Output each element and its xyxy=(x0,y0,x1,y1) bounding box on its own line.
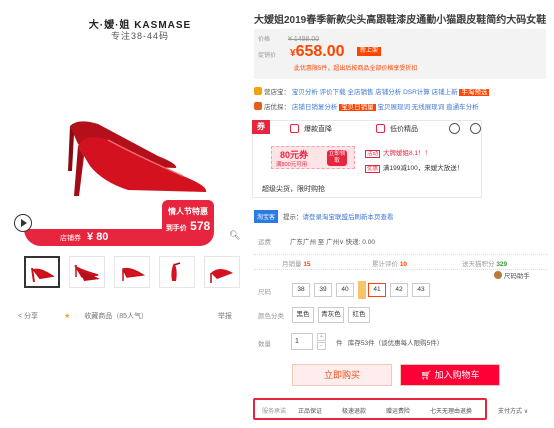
size-option-38[interactable]: 38 xyxy=(292,283,310,297)
low-price-icon xyxy=(376,124,385,133)
size-helper[interactable]: 尺码助手 xyxy=(494,270,530,280)
promise-item[interactable]: 极速退款 xyxy=(342,406,366,415)
color-option-red[interactable]: 红色 xyxy=(348,307,370,323)
delivery-label: 运费 xyxy=(258,239,271,246)
new-arrival-badge: 新上架 xyxy=(357,47,382,56)
promise-item[interactable]: 七天无理由退换 xyxy=(430,406,472,415)
quantity-label: 数量 xyxy=(258,341,271,348)
thumbnail-strip xyxy=(24,256,240,288)
stock-info: 件 库存53件（谈优惠每人限购5件） xyxy=(336,340,444,347)
thumbnail-3[interactable] xyxy=(114,256,150,288)
cart-icon: 🛒︎ xyxy=(420,370,432,380)
color-option-bluegray[interactable]: 青灰色 xyxy=(318,307,344,323)
add-to-cart-button[interactable]: 🛒︎ 加入购物车 xyxy=(400,364,500,386)
tool-link[interactable]: 店铺分析 xyxy=(375,89,401,96)
play-video-icon[interactable] xyxy=(14,214,32,232)
tool-link[interactable]: 店铺上新 xyxy=(432,89,458,96)
tmall-points: 送天猫积分 329 xyxy=(462,261,508,268)
promo-coupon-text: 店铺券 ¥ 80 xyxy=(60,231,109,243)
share-link[interactable]: < 分享 xyxy=(18,313,50,320)
hot-deals-icon xyxy=(290,124,299,133)
color-label: 颜色分类 xyxy=(258,313,284,320)
shop-slogan: 超级尖货，限时购抢 xyxy=(262,186,325,193)
tool-line-yingdianbao: 营店宝： 宝贝分析 评价下载 全店销售 店铺分析 DSR计算 店铺上新 手淘预选 xyxy=(254,86,490,96)
report-link[interactable]: 举报 xyxy=(218,311,232,321)
thumbnail-1[interactable] xyxy=(24,256,60,288)
login-hint-link[interactable]: 请登录淘宝联盟后刷新本页查看 xyxy=(303,214,394,221)
festival-badge: 情人节特惠 到手价 578 xyxy=(162,200,214,246)
product-title: 大嫒姐2019春季新款尖头高跟鞋漆皮通勤小猫跟皮鞋简约大码女鞋 xyxy=(254,15,547,26)
tool-link[interactable]: 无线展现词 xyxy=(412,104,445,111)
tool-link[interactable]: 全店销售 xyxy=(347,89,373,96)
discount-info: 优惠 满199减100，来嫒大放送！ xyxy=(365,165,464,173)
coupon-condition: 满800元可用 xyxy=(276,162,308,168)
review-count[interactable]: 累计评价 10 xyxy=(372,258,407,268)
chevron-down-icon: ∨ xyxy=(523,409,529,415)
promise-item[interactable]: 赠运费险 xyxy=(386,406,410,415)
current-price: ¥658.00 xyxy=(290,43,345,60)
size-label: 尺码 xyxy=(258,289,271,296)
tool-tag[interactable]: 手淘预选 xyxy=(459,89,490,96)
promise-label: 服务承诺 xyxy=(262,409,287,415)
tool-link-active[interactable]: 宝贝日销量 xyxy=(339,104,376,111)
color-option-black[interactable]: 黑色 xyxy=(292,307,314,323)
taobaoke-tag: 淘宝客 xyxy=(254,210,279,223)
delivery-value[interactable]: 广东广州 至 广州∨ 快递: 0.00 xyxy=(290,236,375,246)
star-icon: ★ xyxy=(64,313,71,320)
favorite-link[interactable]: ★ 收藏商品（85人气） xyxy=(64,313,160,320)
promise-item[interactable]: 正品保证 xyxy=(298,406,322,415)
quantity-input[interactable]: 1 xyxy=(291,333,313,350)
thumbnail-2[interactable] xyxy=(69,256,105,288)
activity-info: 活动 大牌嫒姐8.1！！ xyxy=(365,150,432,158)
thumbnail-5[interactable] xyxy=(204,256,240,288)
claim-coupon-button[interactable]: 立即领取 xyxy=(327,150,347,166)
brand-subtitle: 专注38-44码 xyxy=(110,31,170,41)
size-option-41[interactable]: 41 xyxy=(368,283,386,297)
tab-hot-deals[interactable]: 爆款直降 xyxy=(290,124,332,134)
size-option-39[interactable]: 39 xyxy=(314,283,332,297)
quantity-increase-button[interactable]: + xyxy=(317,333,326,341)
tab-low-price[interactable]: 低价精品 xyxy=(376,124,418,134)
tool-line-dianyoutan: 店优探： 店铺日销复分析 宝贝日销量 宝贝展现词 无线展现词 直通车分析 xyxy=(254,101,479,111)
size-option-42[interactable]: 42 xyxy=(390,283,408,297)
coupon-logo: 券 xyxy=(252,120,270,134)
chat-icon[interactable] xyxy=(449,123,460,134)
tool-link[interactable]: 直通车分析 xyxy=(446,104,479,111)
size-helper-icon xyxy=(494,271,502,279)
tool-link[interactable]: 宝贝分析 xyxy=(292,89,318,96)
zoom-search-icon[interactable]: 🔍︎ xyxy=(229,230,240,241)
tool-link[interactable]: DSR计算 xyxy=(403,89,430,96)
dianyoutan-icon xyxy=(254,102,262,110)
share-favorite-row: < 分享 ★ 收藏商品（85人气） 举报 xyxy=(18,311,232,321)
promo-price-label: 促销价 xyxy=(258,53,277,59)
original-price: ¥ 1498.00 xyxy=(288,36,320,43)
tool-link[interactable]: 宝贝展现词 xyxy=(377,104,410,111)
size-swatch xyxy=(358,281,366,299)
original-price-row: 价格 ¥ 1498.00 xyxy=(258,36,320,43)
quantity-decrease-button[interactable]: − xyxy=(317,342,326,350)
taobaoke-hint: 提示：请登录淘宝联盟后刷新本页查看 xyxy=(283,214,394,221)
tool-link[interactable]: 店铺日销复分析 xyxy=(292,104,338,111)
settings-icon[interactable] xyxy=(470,123,481,134)
payment-methods-dropdown[interactable]: 支付方式 ∨ xyxy=(498,406,528,415)
tool-link[interactable]: 评价下载 xyxy=(320,89,346,96)
size-option-40[interactable]: 40 xyxy=(336,283,354,297)
thumbnail-4[interactable] xyxy=(159,256,195,288)
size-option-43[interactable]: 43 xyxy=(412,283,430,297)
yingdianbao-icon xyxy=(254,87,262,95)
monthly-sales: 月销量 15 xyxy=(282,261,311,268)
buy-now-button[interactable]: 立即购买 xyxy=(292,364,392,386)
price-note: 此优惠限5件，超出后按商品全部价格享受折扣 xyxy=(294,66,418,72)
